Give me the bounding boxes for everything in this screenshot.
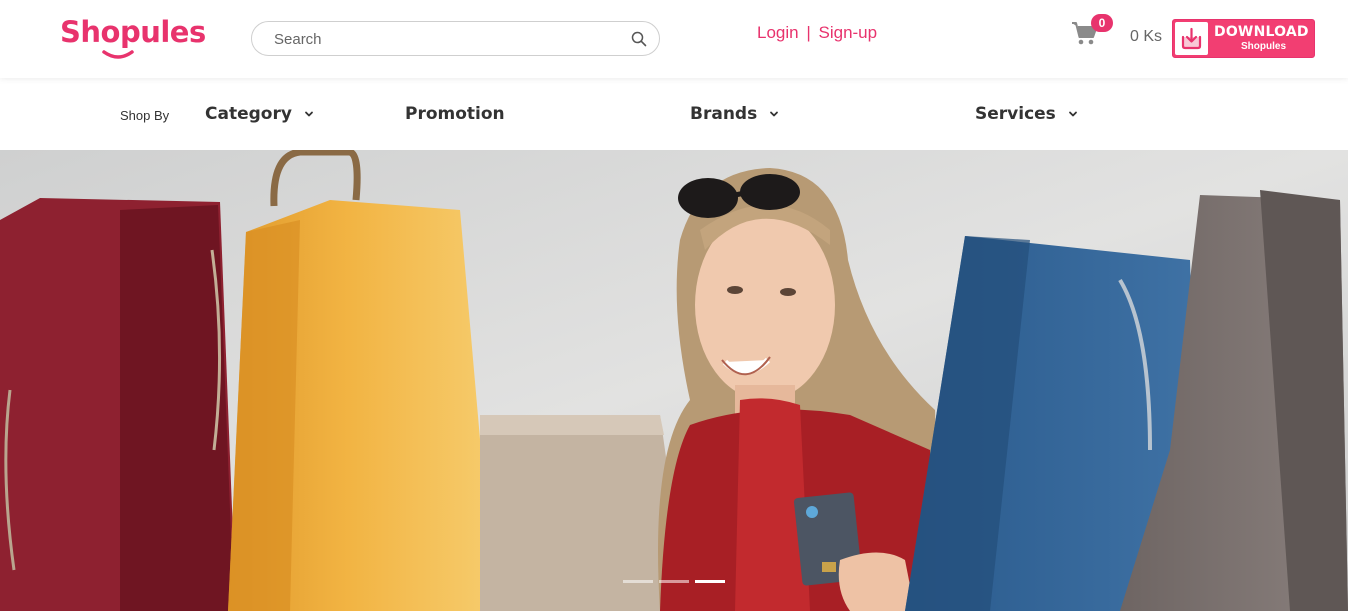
search-bar	[251, 21, 660, 56]
logo-smile-icon	[102, 50, 134, 59]
nav-category[interactable]: Category	[205, 104, 314, 124]
nav-services[interactable]: Services	[975, 104, 1078, 124]
signup-link[interactable]: Sign-up	[819, 23, 878, 42]
nav-promotion[interactable]: Promotion	[405, 104, 505, 124]
nav-brands[interactable]: Brands	[690, 104, 779, 124]
download-subtitle: Shopules	[1241, 41, 1287, 52]
carousel-indicators	[623, 580, 725, 583]
nav-category-label: Category	[205, 104, 292, 124]
login-link[interactable]: Login	[757, 23, 799, 42]
nav-services-label: Services	[975, 104, 1056, 124]
cart-total: 0 Ks	[1130, 28, 1163, 45]
shopules-logo[interactable]: Shopules	[60, 14, 206, 60]
nav-brands-label: Brands	[690, 104, 758, 124]
download-title: DOWNLOAD	[1214, 24, 1309, 40]
cart-count-badge: 0	[1091, 14, 1113, 32]
download-tray-icon	[1175, 22, 1208, 55]
hero-banner[interactable]	[0, 150, 1348, 611]
chevron-down-icon	[1068, 111, 1077, 117]
auth-separator: |	[806, 23, 811, 42]
chevron-down-icon	[770, 111, 779, 117]
download-app-button[interactable]: DOWNLOAD Shopules	[1172, 19, 1315, 58]
hero-image	[0, 150, 1348, 611]
auth-links: Login | Sign-up	[757, 23, 877, 43]
shop-by-label: Shop By	[120, 108, 170, 123]
site-header: Shopules Login | Sign-up 0 0 Ks DOWNLOAD…	[0, 0, 1348, 78]
logo-wordmark: Shopules	[60, 15, 206, 49]
chevron-down-icon	[305, 111, 313, 117]
search-icon[interactable]	[631, 31, 647, 47]
nav-promotion-label: Promotion	[405, 104, 505, 124]
search-input[interactable]	[274, 29, 614, 49]
carousel-dot-1[interactable]	[623, 580, 653, 583]
main-nav: Shop By Category Promotion Brands Servic…	[0, 78, 1348, 150]
carousel-dot-2[interactable]	[659, 580, 689, 583]
carousel-dot-3[interactable]	[695, 580, 725, 583]
